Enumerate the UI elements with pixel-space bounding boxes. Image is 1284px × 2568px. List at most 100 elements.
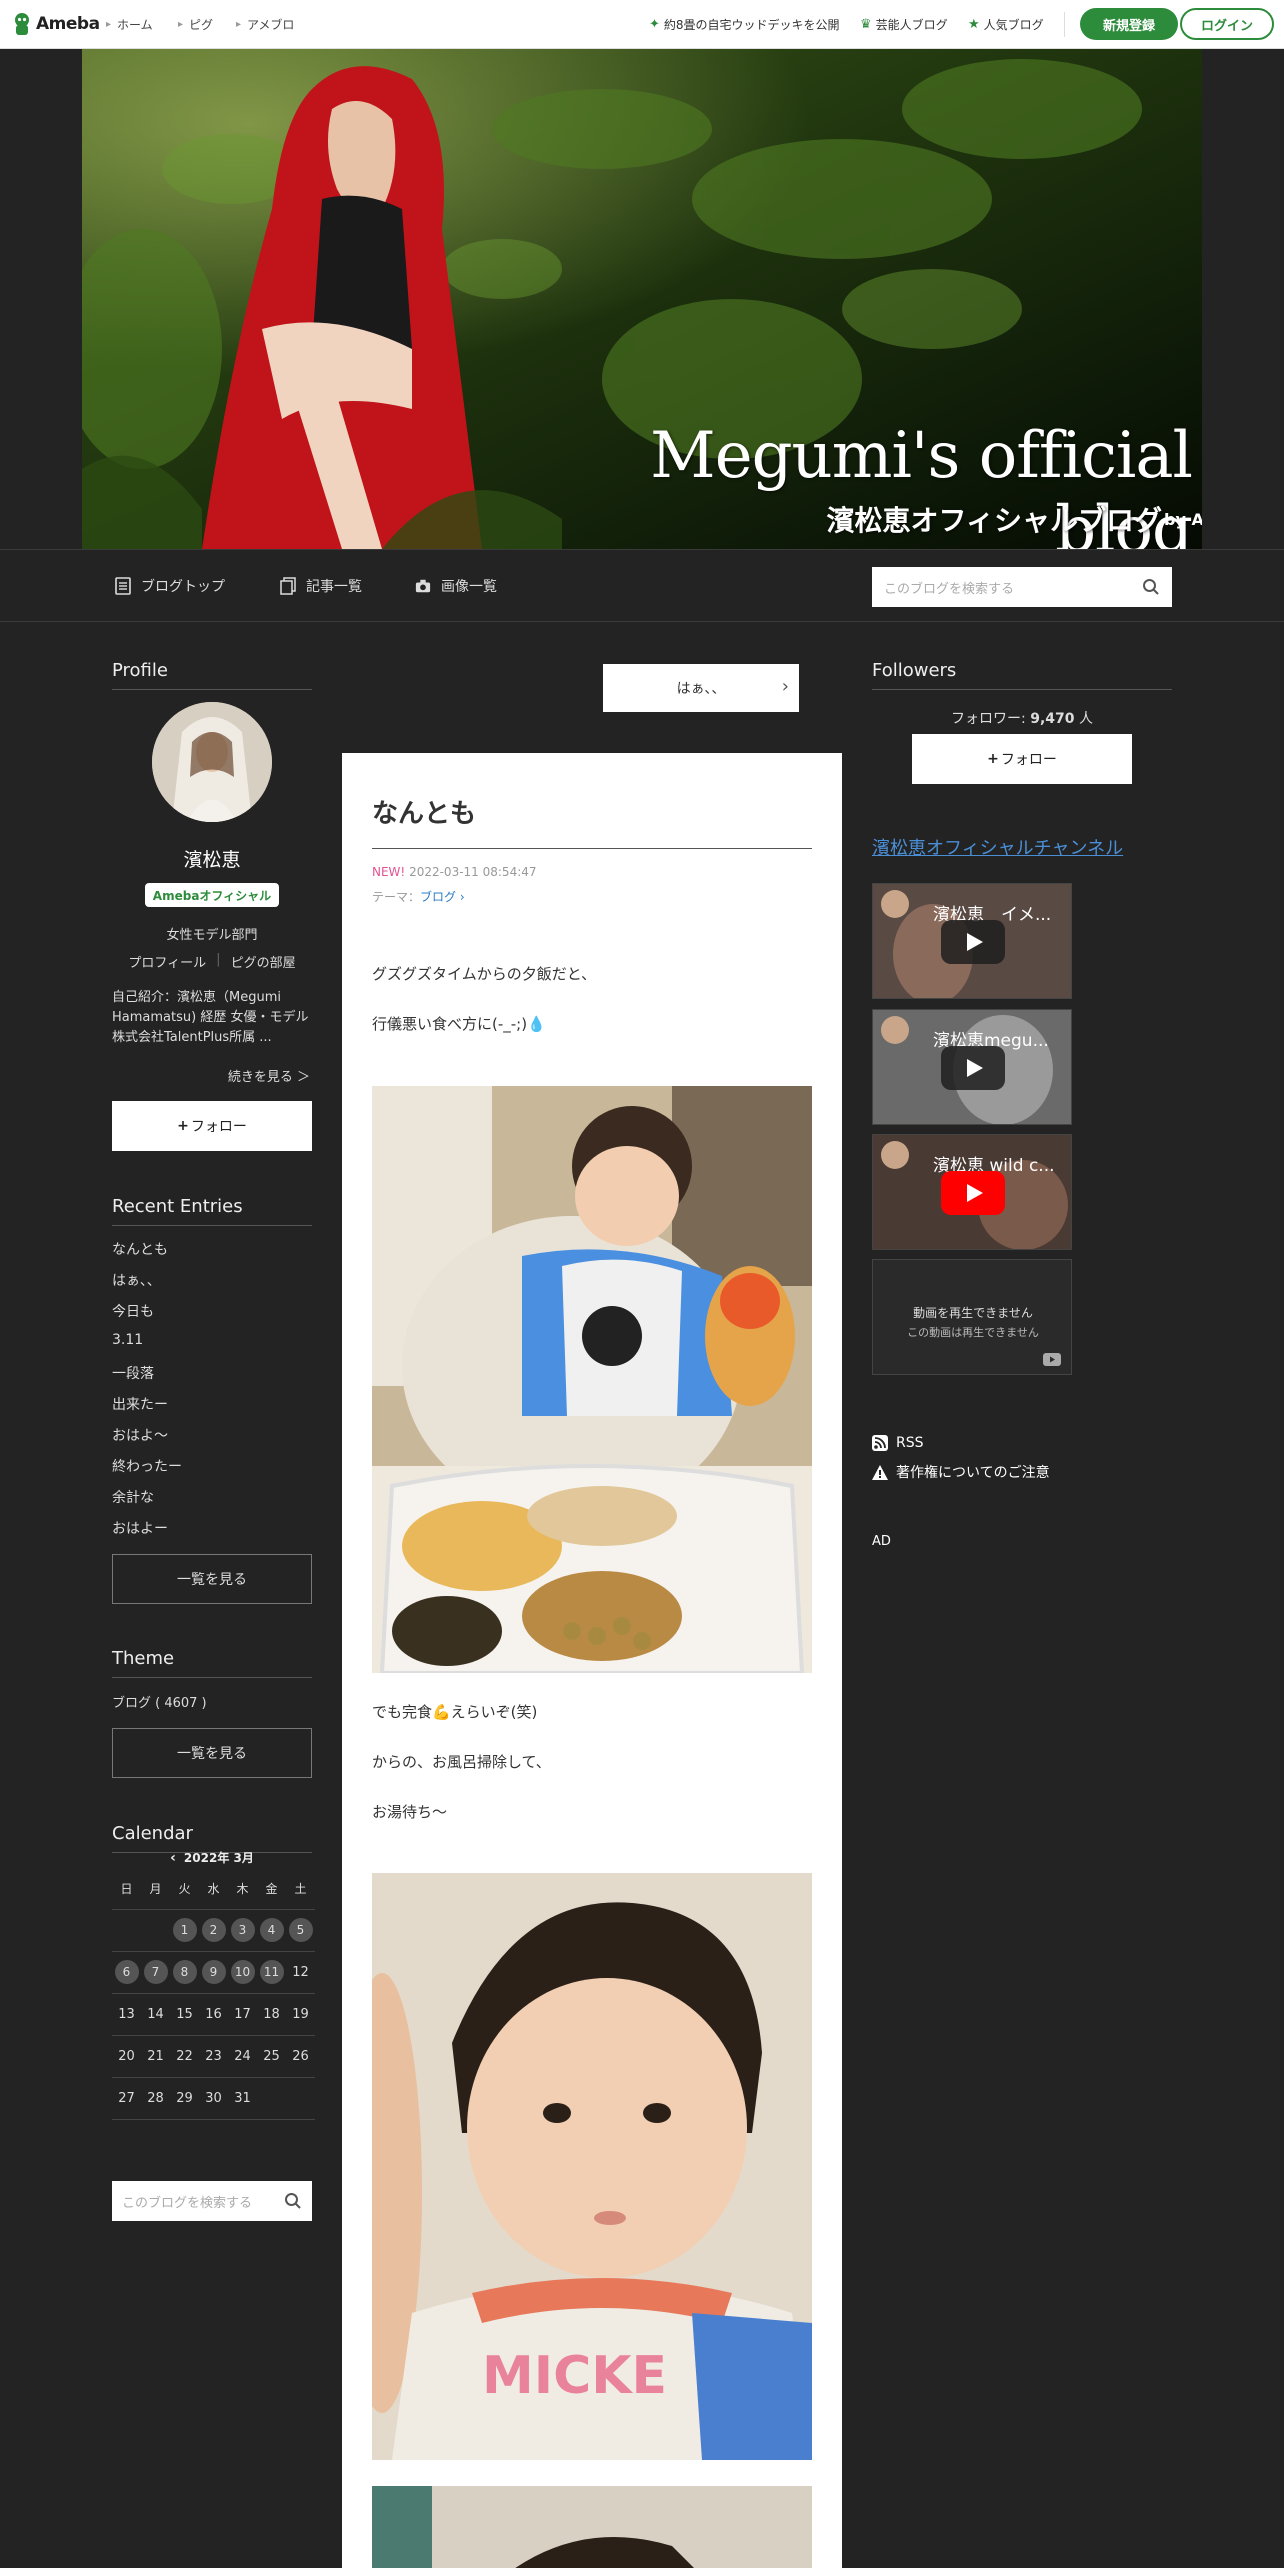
calendar-day: 25 [257, 2035, 286, 2078]
copyright-notice-link[interactable]: 著作権についてのご注意 [872, 1462, 1050, 1482]
recent-entry[interactable]: おはよー [112, 1518, 168, 1538]
calendar-day[interactable]: 4 [257, 1909, 286, 1952]
login-button[interactable]: ログイン [1180, 8, 1274, 40]
article-photo[interactable] [372, 1086, 812, 1673]
calendar-day[interactable]: 3 [228, 1909, 257, 1952]
calendar-month: 2022年 3月 [183, 1851, 254, 1865]
nav-home[interactable]: ▸ ホーム [106, 16, 153, 33]
blog-search-input[interactable]: このブログを検索する [872, 567, 1172, 607]
youtube-play-icon[interactable] [941, 1171, 1005, 1215]
calendar-weekday: 月 [141, 1869, 170, 1910]
ameba-logo[interactable]: Ameba [12, 11, 100, 37]
calendar-day-link[interactable]: 2 [201, 1918, 226, 1942]
nav-article-list[interactable]: 記事一覧 [280, 576, 362, 596]
theme-item[interactable]: ブログ ( 4607 ) [112, 1692, 207, 1711]
sidebar-search-input[interactable]: このブログを検索する [112, 2181, 312, 2221]
recent-entry[interactable]: おはよ～ [112, 1425, 168, 1445]
play-icon[interactable] [941, 1046, 1005, 1090]
official-channel-link[interactable]: 濱松恵オフィシャルチャンネル [872, 834, 1123, 860]
recent-entry[interactable]: 終わったー [112, 1456, 182, 1476]
video-thumbnail[interactable]: 濱松恵 イメ... [872, 883, 1072, 999]
nav-blog-top[interactable]: ブログトップ [115, 576, 225, 596]
recent-entry[interactable]: はぁ、、 [112, 1270, 161, 1290]
video-thumbnail[interactable]: 濱松恵megu... [872, 1009, 1072, 1125]
next-entry-button[interactable]: はぁ、、 › [603, 664, 799, 712]
nav-ameblo[interactable]: ▸ アメブロ [236, 16, 294, 33]
chevron-right-icon: › [456, 890, 465, 904]
video-thumbnail[interactable]: 濱松恵 wild c... [872, 1134, 1072, 1250]
ameba-mascot-icon [15, 13, 29, 35]
recent-entry[interactable]: なんとも [112, 1239, 168, 1259]
recent-entry[interactable]: 3.11 [112, 1332, 143, 1348]
calendar-day-link[interactable]: 10 [230, 1960, 255, 1984]
calendar-day[interactable]: 7 [141, 1951, 170, 1994]
prev-month-icon[interactable]: ‹ [170, 1850, 176, 1866]
pigg-room-link[interactable]: ピグの部屋 [231, 952, 296, 971]
article-photo[interactable] [372, 2486, 812, 2568]
rss-link[interactable]: RSS [872, 1435, 924, 1451]
calendar-day[interactable]: 6 [112, 1951, 141, 1994]
article-paragraph: からの、お風呂掃除して、 [372, 1753, 551, 1771]
register-button[interactable]: 新規登録 [1080, 8, 1178, 40]
sparkle-icon: ✦ [649, 17, 660, 32]
calendar-day [257, 2077, 286, 2120]
calendar-day-link[interactable]: 3 [230, 1918, 255, 1942]
nav-popular-blogs[interactable]: ★ 人気ブログ [968, 16, 1044, 33]
warning-icon [872, 1464, 888, 1480]
recent-entry[interactable]: 出来たー [112, 1394, 168, 1414]
followers-heading: Followers [872, 660, 1172, 690]
article-meta: NEW! 2022-03-11 08:54:47 [372, 865, 537, 879]
read-more-link[interactable]: 続きを見る ＞ [112, 1066, 310, 1085]
calendar-day: 14 [141, 1993, 170, 2036]
calendar-day-link[interactable]: 5 [288, 1918, 313, 1942]
nav-image-list[interactable]: 画像一覧 [415, 576, 497, 596]
search-icon[interactable] [1142, 578, 1160, 596]
recent-entry[interactable]: 一段落 [112, 1363, 154, 1383]
profile-name[interactable]: 濱松恵 [112, 845, 312, 872]
calendar-day-link[interactable]: 8 [172, 1960, 197, 1984]
nav-pigg[interactable]: ▸ ピグ [178, 16, 213, 33]
calendar-day-link[interactable]: 4 [259, 1918, 284, 1942]
calendar-weekday: 木 [228, 1869, 257, 1910]
recent-entry[interactable]: 今日も [112, 1301, 154, 1321]
article-photo[interactable]: MICKE [372, 1873, 812, 2460]
nav-ameblo-label: アメブロ [247, 18, 295, 32]
calendar-day[interactable]: 8 [170, 1951, 199, 1994]
recent-entry[interactable]: 余計な [112, 1487, 154, 1507]
theme-label: テーマ： [372, 890, 421, 904]
follow-button[interactable]: + フォロー [912, 734, 1132, 784]
child-eating-photo [372, 1086, 812, 1673]
calendar-day-link[interactable]: 1 [172, 1918, 197, 1942]
calendar-day[interactable]: 2 [199, 1909, 228, 1952]
calendar-day-link[interactable]: 11 [259, 1960, 284, 1984]
article-title[interactable]: なんとも [372, 793, 812, 849]
recent-entries-more-button[interactable]: 一覧を見る [112, 1554, 312, 1604]
theme-link[interactable]: ブログ [420, 890, 456, 904]
profile-category[interactable]: 女性モデル部門 [112, 924, 312, 943]
video-unavailable-title: 動画を再生できません [913, 1306, 1033, 1320]
follow-button[interactable]: + フォロー [112, 1101, 312, 1151]
calendar-day[interactable]: 1 [170, 1909, 199, 1952]
calendar-day [286, 2077, 315, 2120]
play-icon[interactable] [941, 920, 1005, 964]
next-entry-label: はぁ、、 [676, 681, 726, 697]
calendar-day-link[interactable]: 9 [201, 1960, 226, 1984]
youtube-icon [1043, 1353, 1061, 1366]
theme-more-button[interactable]: 一覧を見る [112, 1728, 312, 1778]
profile-link[interactable]: プロフィール [128, 952, 206, 971]
calendar-day-link[interactable]: 7 [143, 1960, 168, 1984]
article-paragraph: 行儀悪い食べ方に(-_-;)💧 [372, 1015, 546, 1033]
nav-image-list-label: 画像一覧 [441, 579, 497, 595]
calendar-day[interactable]: 10 [228, 1951, 257, 1994]
blog-header-image[interactable]: Megumi's official blog 濱松恵オフィシャルブログ by A… [82, 49, 1202, 549]
profile-avatar[interactable] [152, 702, 272, 822]
profile-intro: 自己紹介：濱松恵（Megumi Hamamatsu) 経歴 女優・モデル 株式会… [112, 990, 309, 1045]
calendar-day[interactable]: 9 [199, 1951, 228, 1994]
nav-topic-link[interactable]: ✦ 約8畳の自宅ウッドデッキを公開 [649, 16, 840, 33]
calendar-day[interactable]: 11 [257, 1951, 286, 1994]
search-icon[interactable] [284, 2192, 302, 2210]
calendar-day[interactable]: 5 [286, 1909, 315, 1952]
calendar-day-link[interactable]: 6 [114, 1960, 139, 1984]
chevron-right-icon: › [781, 676, 789, 697]
nav-celebrity-blogs[interactable]: ♛ 芸能人ブログ [860, 16, 948, 33]
